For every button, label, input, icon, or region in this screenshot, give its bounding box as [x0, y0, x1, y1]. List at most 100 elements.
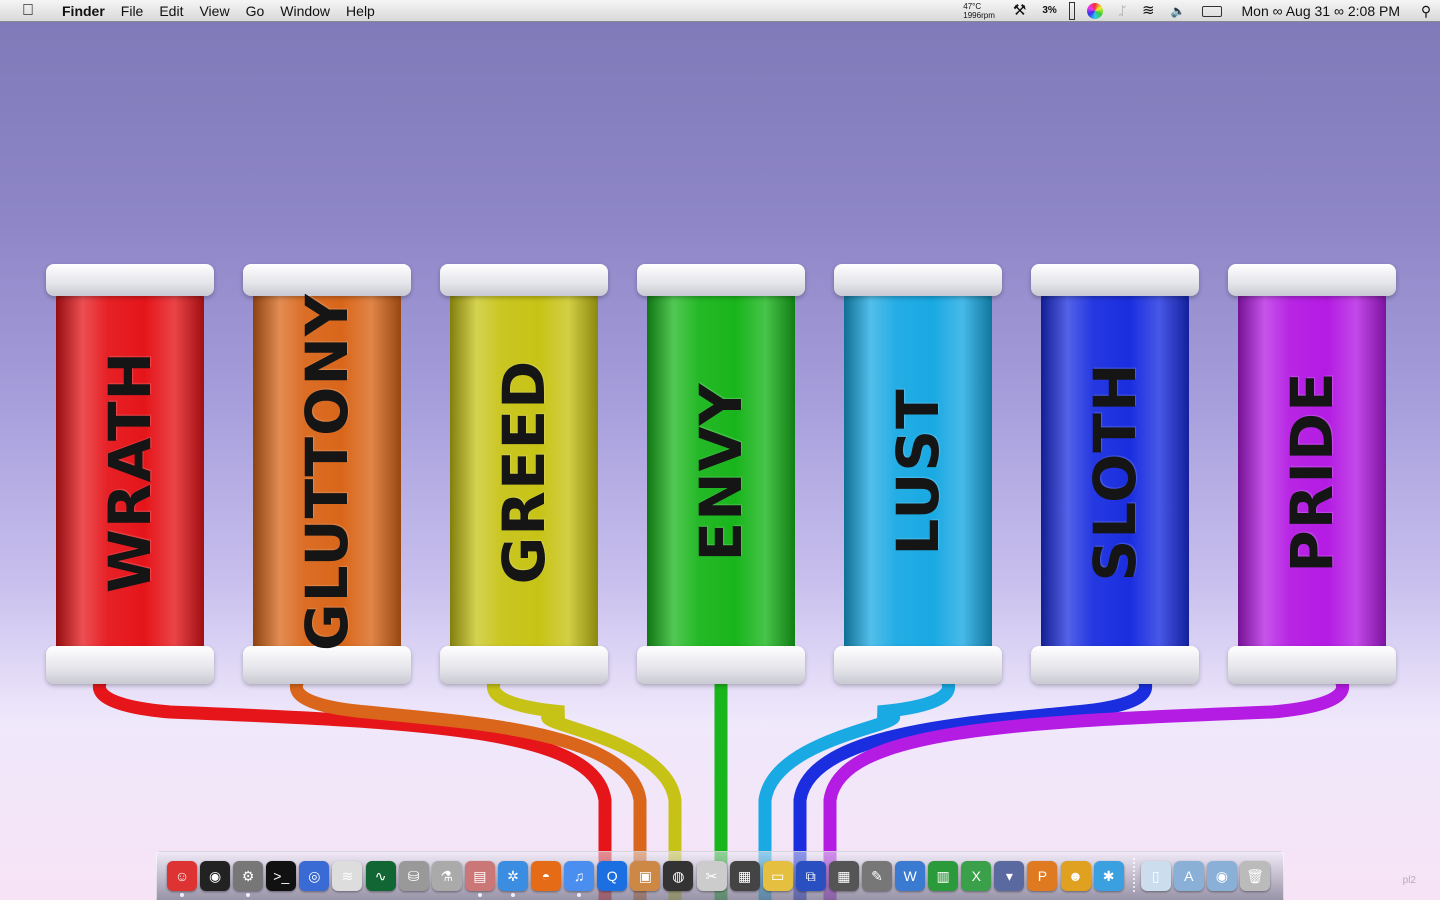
quicktime-icon[interactable]: Q: [597, 861, 628, 891]
fan-speed: 1996rpm: [963, 11, 995, 20]
canister-top-cap: [637, 264, 805, 296]
wallpaper-signature: pl2: [1402, 875, 1416, 886]
canister-label: WRATH: [96, 350, 164, 594]
pen-icon[interactable]: ✎: [861, 861, 892, 891]
aperture-icon[interactable]: ◍: [663, 861, 694, 891]
running-indicator: [477, 893, 482, 897]
canister-wrath: WRATH: [46, 264, 214, 684]
canister-bottom-cap: [440, 646, 608, 684]
canister-body: WRATH: [56, 294, 204, 650]
document-stack-icon[interactable]: ▯: [1140, 861, 1171, 891]
canister-lust: LUST: [834, 264, 1002, 684]
dock-separator[interactable]: [1132, 858, 1135, 894]
temperature-monitor[interactable]: 47°C 1996rpm: [963, 2, 995, 20]
system-preferences-icon[interactable]: ⚙: [233, 861, 264, 897]
alien-icon[interactable]: ☻: [1060, 861, 1091, 891]
canister-body: ENVY: [647, 294, 795, 650]
disk-utility-icon[interactable]: ⛁: [398, 861, 429, 891]
menu-clock[interactable]: Mon ∞ Aug 31 ∞ 2:08 PM: [1242, 3, 1401, 19]
canister-gluttony: GLUTTONY: [243, 264, 411, 684]
canister-body: GREED: [450, 294, 598, 650]
cpu-meter-icon[interactable]: [1068, 2, 1075, 20]
menu-extras: 47°C 1996rpm ⚒ 3% ᛢ ≋ 🔈 Mon ∞ Aug 31 ∞ 2…: [953, 0, 1440, 22]
canister-greed: GREED: [440, 264, 608, 684]
desktop-wallpaper: WRATH GLUTTONY GREED ENVY LUST SLOTH PRIDE pl2: [0, 0, 1440, 900]
menu-view[interactable]: View: [191, 0, 237, 22]
iphoto-icon[interactable]: ▣: [630, 861, 661, 891]
keynote-icon[interactable]: ▾: [994, 861, 1025, 891]
canister-label: LUST: [884, 388, 952, 556]
canister-label: PRIDE: [1278, 371, 1346, 573]
canister-envy: ENVY: [637, 264, 805, 684]
cpu-temperature: 47°C: [963, 2, 982, 11]
activity-monitor-icon[interactable]: ∿: [365, 861, 396, 891]
safari-icon[interactable]: ✲: [497, 861, 528, 897]
apple-logo-icon[interactable]: : [18, 2, 38, 20]
terminal-icon[interactable]: >_: [266, 861, 297, 891]
firefox-icon[interactable]: ◓: [531, 861, 562, 891]
canister-bottom-cap: [1228, 646, 1396, 684]
numbers-icon[interactable]: ▥: [928, 861, 959, 891]
menu-go[interactable]: Go: [238, 0, 273, 22]
remote-desktop-icon[interactable]: ⧉: [795, 861, 826, 891]
canister-body: SLOTH: [1041, 294, 1189, 650]
downloads-folder-icon[interactable]: ◉: [1206, 861, 1237, 891]
running-indicator: [577, 893, 582, 897]
finder-icon[interactable]: ☺: [167, 861, 197, 897]
canister-top-cap: [834, 264, 1002, 296]
preview-icon[interactable]: ▤: [464, 861, 495, 897]
expose-icon[interactable]: ▦: [828, 861, 859, 891]
canister-bottom-cap: [243, 646, 411, 684]
cpu-usage[interactable]: 3%: [1042, 0, 1056, 22]
battery-icon[interactable]: [1201, 5, 1222, 17]
canister-bottom-cap: [834, 646, 1002, 684]
canister-label: GREED: [490, 359, 558, 585]
canister-label: GLUTTONY: [293, 294, 361, 650]
canister-top-cap: [243, 264, 411, 296]
canister-bottom-cap: [1031, 646, 1199, 684]
canister-bottom-cap: [46, 646, 214, 684]
applications-folder-icon[interactable]: A: [1173, 861, 1204, 891]
spaces-icon[interactable]: ◎: [299, 861, 330, 891]
menu-help[interactable]: Help: [338, 0, 383, 22]
canister-bottom-cap: [637, 646, 805, 684]
script-editor-icon[interactable]: ⚗: [431, 861, 462, 891]
excel-icon[interactable]: X: [961, 861, 992, 891]
word-icon[interactable]: W: [895, 861, 926, 891]
trash-icon[interactable]: 🗑: [1240, 861, 1270, 891]
spotlight-search-icon[interactable]: ⚲: [1412, 3, 1440, 20]
menu-bar:  Finder File Edit View Go Window Help 4…: [0, 0, 1440, 22]
xcode-icon[interactable]: ✱: [1093, 861, 1124, 891]
canister-body: LUST: [844, 294, 992, 650]
menu-edit[interactable]: Edit: [151, 0, 191, 22]
running-indicator: [510, 893, 515, 897]
app-menu-finder[interactable]: Finder: [54, 0, 113, 22]
wifi-icon[interactable]: ≋: [1142, 0, 1155, 22]
canister-body: PRIDE: [1238, 294, 1386, 650]
canister-top-cap: [1228, 264, 1396, 296]
dashboard-icon[interactable]: ◉: [200, 861, 231, 891]
canister-pride: PRIDE: [1228, 264, 1396, 684]
running-indicator: [180, 893, 184, 897]
canister-top-cap: [440, 264, 608, 296]
itunes-icon[interactable]: ♫: [564, 861, 595, 897]
canister-top-cap: [1031, 264, 1199, 296]
powerpoint-icon[interactable]: P: [1027, 861, 1058, 891]
imovie-icon[interactable]: ✂: [696, 861, 727, 891]
running-indicator: [246, 893, 251, 897]
canister-top-cap: [46, 264, 214, 296]
volume-icon[interactable]: 🔈: [1171, 0, 1186, 22]
canister-sloth: SLOTH: [1031, 264, 1199, 684]
airport-icon[interactable]: ≋: [332, 861, 363, 891]
color-picker-icon[interactable]: [1086, 3, 1103, 19]
menu-file[interactable]: File: [113, 0, 152, 22]
dock: ☺ ◉ ⚙ >_ ◎ ≋ ∿ ⛁ ⚗ ▤ ✲ ◓ ♫ Q ▣ ◍ ✂ ▦ ▭ ⧉ ▦ ✎ W ▥ X ▾ P ☻ ✱ ▯ A ◉ 🗑: [156, 851, 1284, 900]
bluetooth-icon[interactable]: ᛢ: [1119, 0, 1126, 22]
canister-label: ENVY: [687, 382, 755, 562]
canister-body: GLUTTONY: [253, 294, 401, 650]
canister-label: SLOTH: [1081, 362, 1149, 582]
menu-window[interactable]: Window: [272, 0, 338, 22]
tools-icon[interactable]: ⚒: [1013, 0, 1026, 22]
dvd-player-icon[interactable]: ▦: [729, 861, 760, 891]
sandwich-icon[interactable]: ▭: [762, 861, 793, 891]
